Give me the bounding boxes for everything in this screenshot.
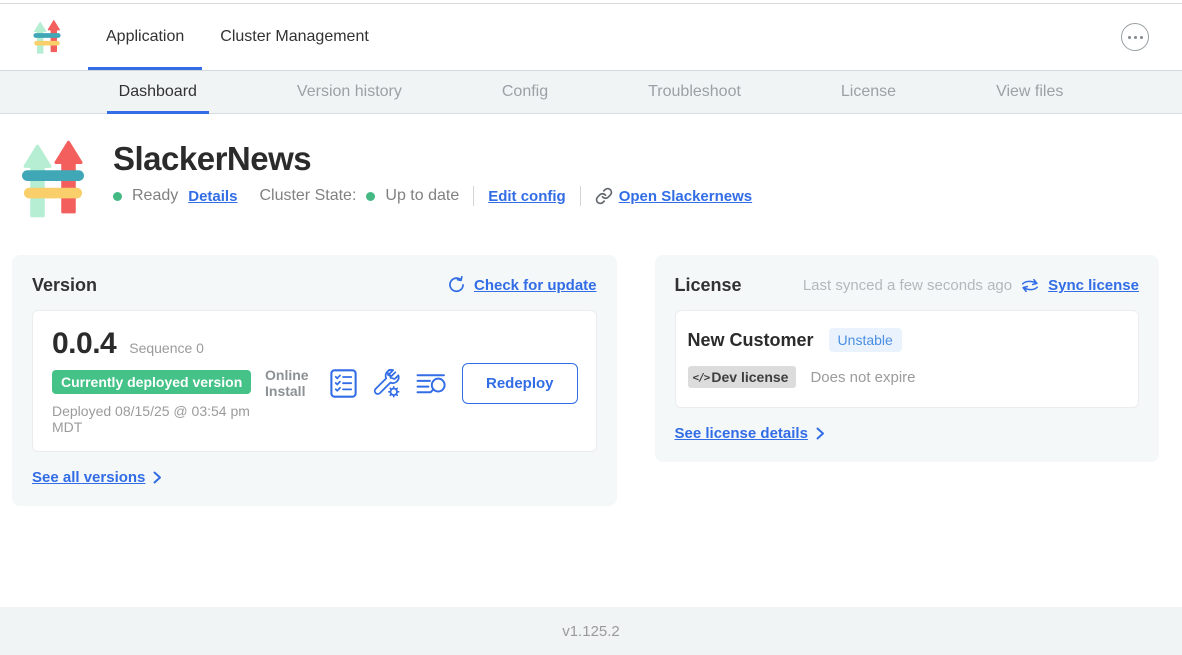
- check-for-update-link[interactable]: Check for update: [474, 277, 597, 294]
- license-details-panel: New Customer Unstable </> Dev license Do…: [675, 310, 1139, 408]
- subnav-tab-view-files[interactable]: View files: [984, 71, 1075, 113]
- subnav-tab-dashboard[interactable]: Dashboard: [107, 71, 209, 113]
- divider: [473, 186, 474, 206]
- deployed-timestamp: Deployed 08/15/25 @ 03:54 pm MDT: [52, 403, 262, 435]
- chain-link-icon: [595, 187, 613, 205]
- license-expiry-text: Does not expire: [810, 369, 915, 386]
- top-nav: Application Cluster Management: [88, 4, 387, 70]
- chevron-right-icon: [816, 427, 825, 440]
- page-title: SlackerNews: [113, 140, 752, 178]
- tab-cluster-management[interactable]: Cluster Management: [202, 4, 387, 70]
- license-card: License Last synced a few seconds ago Sy…: [655, 255, 1159, 462]
- code-icon: </>: [693, 371, 710, 384]
- last-synced-text: Last synced a few seconds ago: [803, 277, 1012, 294]
- console-footer: v1.125.2: [0, 607, 1182, 655]
- cluster-state-label: Cluster State:: [259, 187, 356, 205]
- license-type-badge: </> Dev license: [688, 366, 797, 388]
- app-subnav: Dashboard Version history Config Trouble…: [0, 71, 1182, 114]
- current-version-panel: 0.0.4 Sequence 0 Currently deployed vers…: [32, 310, 597, 452]
- sync-icon: [1020, 277, 1040, 294]
- see-license-details-link[interactable]: See license details: [675, 425, 808, 442]
- config-wrench-icon[interactable]: [372, 369, 401, 398]
- install-type-label: Online Install: [265, 367, 315, 399]
- app-header-bar: Application Cluster Management: [0, 4, 1182, 71]
- slackernews-app-logo: [22, 140, 84, 218]
- customer-name: New Customer: [688, 330, 814, 351]
- version-card: Version Check for update 0.0.4 Sequence …: [12, 255, 617, 506]
- app-status-dot-icon: [113, 192, 122, 201]
- subnav-tab-version-history[interactable]: Version history: [285, 71, 414, 113]
- chevron-right-icon: [153, 471, 162, 484]
- see-all-versions-link[interactable]: See all versions: [32, 469, 145, 486]
- preflight-checks-icon[interactable]: [330, 369, 357, 398]
- console-version: v1.125.2: [562, 623, 620, 640]
- status-details-link[interactable]: Details: [188, 188, 237, 205]
- deploy-logs-icon[interactable]: [416, 371, 447, 396]
- cluster-state-value: Up to date: [385, 187, 459, 205]
- sequence-label: Sequence 0: [129, 340, 204, 356]
- sync-license-link[interactable]: Sync license: [1048, 277, 1139, 294]
- app-status-text: Ready: [132, 187, 178, 205]
- app-title-section: SlackerNews Ready Details Cluster State:…: [22, 140, 1182, 218]
- refresh-icon: [447, 276, 466, 295]
- version-card-title: Version: [32, 275, 97, 296]
- subnav-tab-license[interactable]: License: [829, 71, 908, 113]
- redeploy-button[interactable]: Redeploy: [462, 363, 578, 404]
- ellipsis-icon: [1128, 36, 1131, 39]
- cluster-state-dot-icon: [366, 192, 375, 201]
- tab-application[interactable]: Application: [88, 4, 202, 70]
- channel-badge: Unstable: [829, 328, 902, 352]
- slackernews-logo-icon: [33, 20, 61, 54]
- license-card-title: License: [675, 275, 742, 296]
- subnav-tab-troubleshoot[interactable]: Troubleshoot: [636, 71, 753, 113]
- divider: [580, 186, 581, 206]
- more-options-button[interactable]: [1121, 23, 1149, 51]
- open-app-link[interactable]: Open Slackernews: [619, 188, 752, 205]
- edit-config-link[interactable]: Edit config: [488, 188, 566, 205]
- subnav-tab-config[interactable]: Config: [490, 71, 560, 113]
- app-status-row: Ready Details Cluster State: Up to date …: [113, 186, 752, 206]
- version-number: 0.0.4: [52, 327, 116, 361]
- deployed-status-badge: Currently deployed version: [52, 370, 251, 394]
